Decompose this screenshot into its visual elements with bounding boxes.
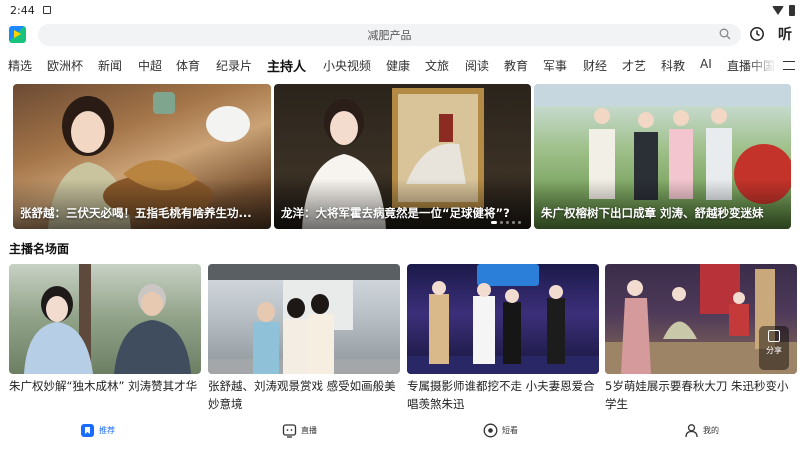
search-icon[interactable] — [719, 28, 731, 40]
carousel-card[interactable]: 朱广权榕树下出口成章 刘涛、舒越秒变迷妹 — [534, 84, 791, 229]
carousel-dot — [518, 221, 521, 224]
caption-shade — [534, 179, 791, 229]
battery-icon — [789, 4, 795, 16]
video-title[interactable]: 5岁萌娃展示要春秋大刀 朱迅秒变小学生 — [605, 377, 797, 413]
tab-euro-cup[interactable]: 欧洲杯 — [47, 57, 83, 74]
tab-sports[interactable]: 体育 — [176, 57, 200, 74]
tab-health[interactable]: 健康 — [386, 57, 410, 74]
tab-news[interactable]: 新闻 — [98, 57, 122, 74]
tab-finance[interactable]: 财经 — [583, 57, 607, 74]
video-card[interactable]: 分享 — [605, 264, 797, 374]
video-title[interactable]: 朱广权妙解“独木成林” 刘涛赞其才华 — [9, 377, 201, 395]
carousel-card[interactable]: 龙洋：大将军霍去病竟然是一位“足球健将”? — [274, 84, 531, 229]
share-button[interactable]: 分享 — [759, 326, 789, 370]
video-thumbnail — [24, 264, 191, 374]
status-bar: 2:44 — [0, 0, 805, 20]
channel-tabs: 精选 欧洲杯 新闻 中超 体育 纪录片 主持人 小央视频 健康 文旅 阅读 教育… — [0, 54, 805, 78]
tab-hosts[interactable]: 主持人 — [267, 56, 306, 75]
tab-reading[interactable]: 阅读 — [465, 57, 489, 74]
wifi-icon — [772, 5, 784, 15]
tab-documentary[interactable]: 纪录片 — [216, 57, 252, 74]
channel-menu-icon[interactable] — [783, 61, 795, 70]
tab-ai[interactable]: AI — [700, 57, 712, 71]
tab-science[interactable]: 科教 — [661, 57, 685, 74]
video-title[interactable]: 专属摄影师谁都挖不走 小夫妻恩爱合唱羡煞朱迅 — [407, 377, 599, 413]
nav-label: 我的 — [703, 426, 719, 435]
notification-icon — [42, 6, 51, 14]
tab-education[interactable]: 教育 — [504, 57, 528, 74]
play-circle-icon — [483, 423, 498, 438]
video-card[interactable] — [208, 264, 400, 374]
tab-culture-travel[interactable]: 文旅 — [425, 57, 449, 74]
carousel-dot — [491, 221, 497, 224]
tab-xiaoyang-video[interactable]: 小央视频 — [323, 57, 371, 74]
search-input[interactable]: 减肥产品 — [38, 24, 741, 46]
carousel-card[interactable]: 张舒越：三伏天必喝！五指毛桃有啥养生功... — [13, 84, 271, 229]
nav-recommend[interactable]: 推荐 — [80, 423, 115, 438]
tab-csl[interactable]: 中超 — [138, 57, 162, 74]
share-icon — [768, 330, 780, 342]
carousel-dot — [512, 221, 515, 224]
nav-profile[interactable]: 我的 — [684, 423, 719, 438]
header: 减肥产品 听 — [0, 22, 805, 48]
share-label: 分享 — [766, 346, 782, 355]
tab-jingxuan[interactable]: 精选 — [8, 57, 32, 74]
section-title: 主播名场面 — [9, 242, 70, 256]
carousel-dot — [500, 221, 503, 224]
video-thumbnail — [208, 264, 400, 374]
status-icons — [772, 4, 795, 16]
user-icon — [685, 424, 698, 438]
listen-button[interactable]: 听 — [778, 24, 792, 44]
caption-shade — [13, 179, 271, 229]
tabs-fade — [747, 54, 777, 78]
video-card[interactable] — [407, 264, 599, 374]
nav-live[interactable]: 直播 — [282, 423, 317, 438]
app-logo-icon[interactable] — [9, 26, 26, 43]
carousel-dot — [506, 221, 509, 224]
video-title[interactable]: 张舒越、刘涛观景赏戏 感受如画般美妙意境 — [208, 377, 400, 413]
bookmark-icon — [81, 424, 94, 437]
tv-icon — [282, 424, 297, 438]
carousel-indicator — [491, 221, 521, 224]
carousel-title: 龙洋：大将军霍去病竟然是一位“足球健将”? — [281, 206, 510, 220]
history-clock-icon[interactable] — [749, 26, 765, 42]
nav-label: 短看 — [502, 426, 518, 435]
nav-label: 直播 — [301, 426, 317, 435]
carousel-title: 张舒越：三伏天必喝！五指毛桃有啥养生功... — [20, 206, 252, 220]
bottom-nav: 推荐 直播 短看 我的 — [0, 419, 805, 452]
tab-military[interactable]: 军事 — [543, 57, 567, 74]
nav-short-video[interactable]: 短看 — [483, 423, 518, 438]
carousel-title: 朱广权榕树下出口成章 刘涛、舒越秒变迷妹 — [541, 206, 764, 220]
video-thumbnail — [407, 264, 599, 374]
status-time: 2:44 — [10, 3, 35, 17]
video-card[interactable] — [9, 264, 201, 374]
tab-talent[interactable]: 才艺 — [622, 57, 646, 74]
nav-label: 推荐 — [99, 426, 115, 435]
search-placeholder: 减肥产品 — [367, 29, 412, 42]
